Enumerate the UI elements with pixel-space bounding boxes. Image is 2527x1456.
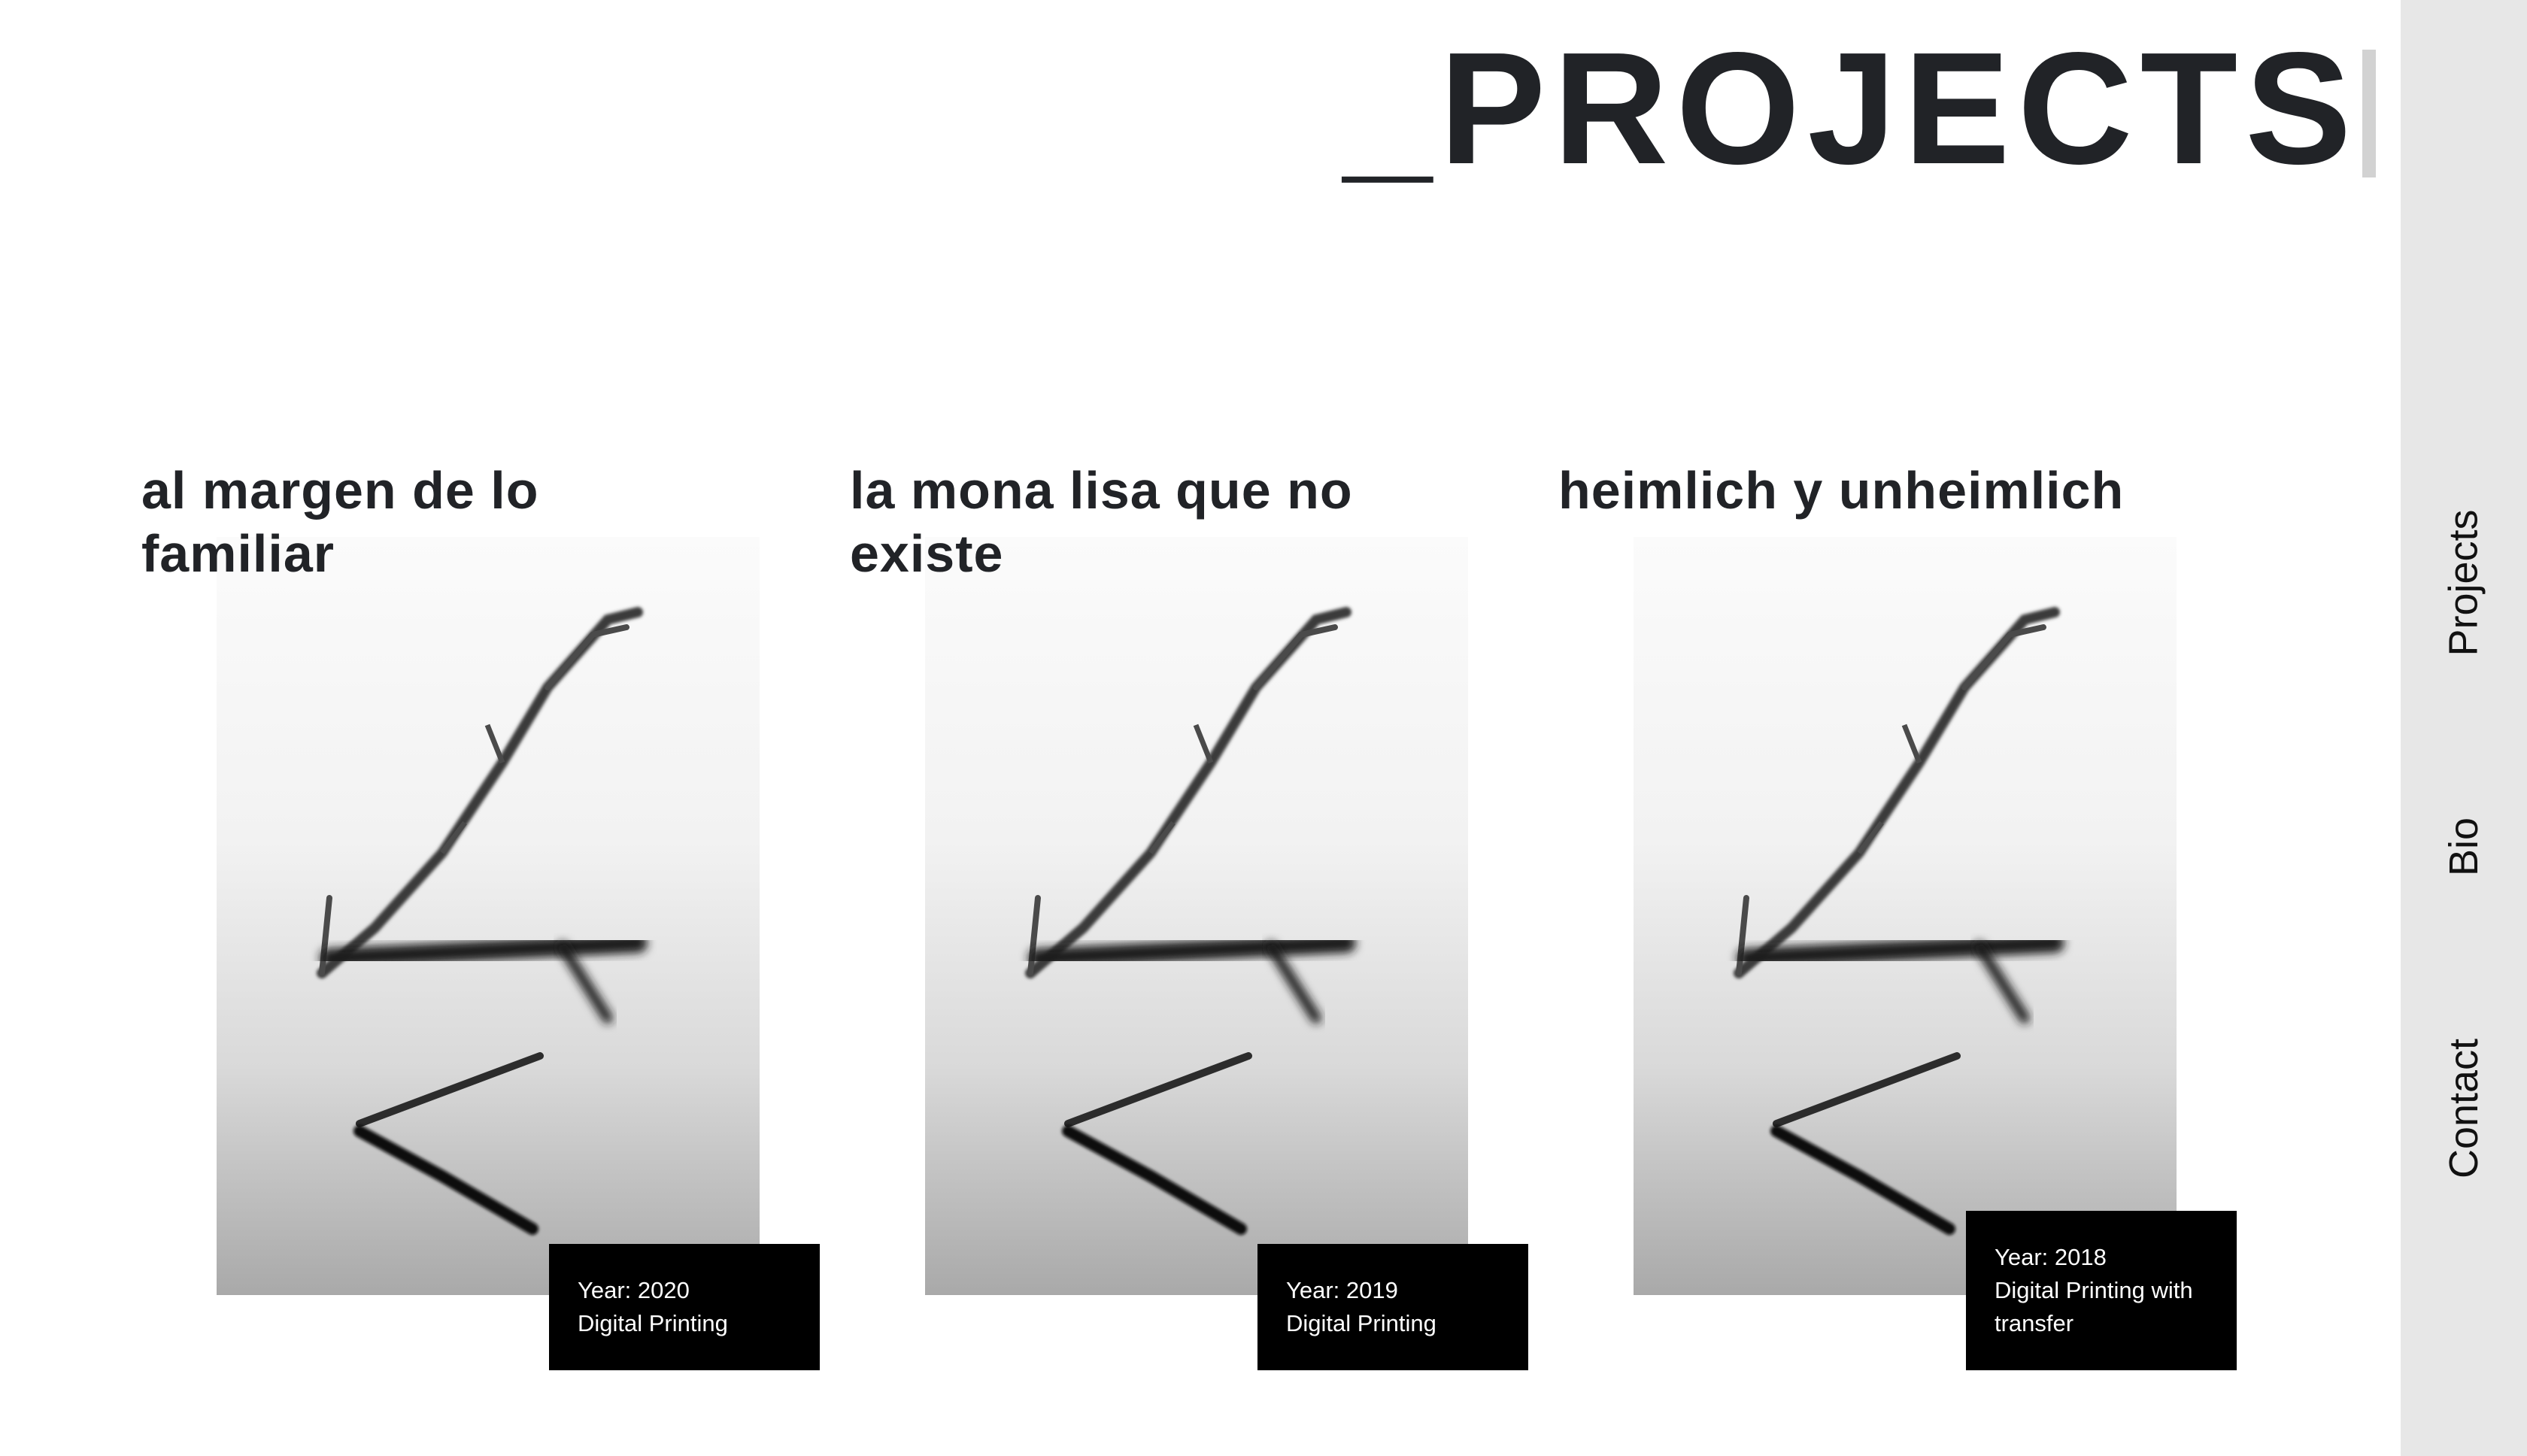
project-info-box: Year: 2018 Digital Printing with transfe…	[1966, 1211, 2237, 1370]
project-info-box: Year: 2019 Digital Printing	[1257, 1244, 1528, 1370]
project-year: Year: 2019	[1286, 1277, 1398, 1303]
branch-photo-icon	[1734, 607, 2064, 1235]
branch-photo-icon	[317, 607, 648, 1235]
project-card[interactable]: la mona lisa que no existe Year: 2019 Di…	[850, 459, 1528, 1376]
project-title[interactable]: la mona lisa que no existe	[850, 459, 1421, 585]
sidebar-nav: Projects Bio Contact	[2401, 0, 2527, 1456]
nav-item-label[interactable]: Contact	[2441, 1039, 2487, 1178]
project-year: Year: 2020	[578, 1277, 690, 1303]
nav-item-projects[interactable]: Projects	[2401, 499, 2527, 666]
nav-item-contact[interactable]: Contact	[2401, 1029, 2527, 1188]
branch-photo-icon	[1025, 607, 1356, 1235]
project-card[interactable]: al margen de lo familiar Year: 2020 Digi…	[141, 459, 820, 1376]
project-info-box: Year: 2020 Digital Printing	[549, 1244, 820, 1370]
project-technique: Digital Printing	[578, 1310, 728, 1336]
nav-item-bio[interactable]: Bio	[2401, 812, 2527, 881]
project-title[interactable]: al margen de lo familiar	[141, 459, 713, 585]
project-year: Year: 2018	[1995, 1244, 2107, 1270]
projects-page: _PROJECTS al margen de lo familiar Year:…	[0, 0, 2527, 1456]
project-title[interactable]: heimlich y unheimlich	[1558, 459, 2130, 522]
nav-item-label[interactable]: Bio	[2441, 817, 2487, 876]
project-card[interactable]: heimlich y unheimlich Year: 2018 Digital…	[1558, 459, 2237, 1376]
title-caret	[2362, 50, 2376, 177]
page-title: _PROJECTS	[1343, 19, 2376, 197]
project-technique: Digital Printing with transfer	[1995, 1277, 2193, 1336]
project-image[interactable]	[1634, 537, 2177, 1295]
project-image[interactable]	[925, 537, 1468, 1295]
project-image[interactable]	[217, 537, 760, 1295]
project-technique: Digital Printing	[1286, 1310, 1436, 1336]
nav-item-label[interactable]: Projects	[2441, 509, 2487, 656]
page-title-text: _PROJECTS	[1343, 19, 2359, 197]
